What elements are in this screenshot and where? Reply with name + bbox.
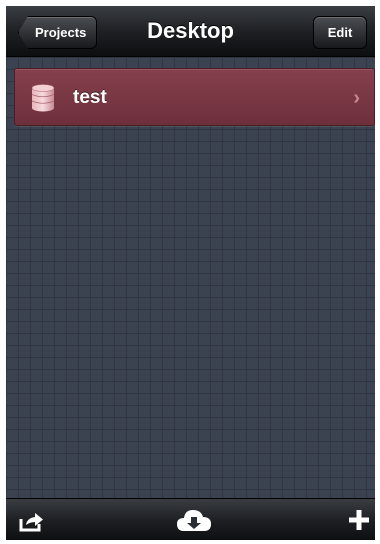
share-icon[interactable] xyxy=(18,510,44,532)
project-list: test › xyxy=(6,57,375,498)
app-screen: Projects Desktop Edit test › xyxy=(6,6,375,540)
bottom-toolbar xyxy=(6,498,375,540)
navigation-bar: Projects Desktop Edit xyxy=(6,6,375,57)
chevron-right-icon: › xyxy=(353,87,360,109)
cloud-download-icon[interactable] xyxy=(176,507,212,533)
add-icon[interactable] xyxy=(348,509,370,531)
edit-button[interactable]: Edit xyxy=(313,16,367,49)
database-icon xyxy=(31,84,55,112)
list-item[interactable]: test › xyxy=(14,68,375,126)
project-name: test xyxy=(73,87,107,108)
